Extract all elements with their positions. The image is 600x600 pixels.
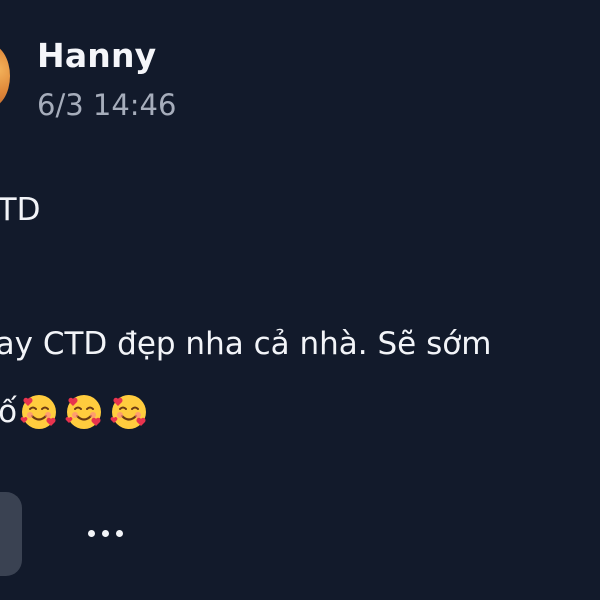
post-screen: Hanny 6/3 14:46 CTD nay CTD đẹp nha cả n… [0,0,600,600]
avatar[interactable] [0,44,10,108]
more-dots-icon [87,529,95,537]
post-text-line-with-emojis: số [0,392,149,432]
more-dots-icon [115,529,123,537]
post-text-line: CTD [0,192,41,228]
more-dots-icon [101,529,109,537]
reaction-button[interactable] [0,492,22,576]
smiling-face-with-hearts-icon [65,395,102,429]
smiling-face-with-hearts-icon [110,395,147,429]
author-name[interactable]: Hanny [37,36,156,75]
post-text-line: nay CTD đẹp nha cả nhà. Sẽ sớm [0,326,492,362]
more-options-button[interactable] [80,518,130,548]
smiling-face-with-hearts-icon [20,395,57,429]
post-text-fragment: số [0,394,18,430]
post-timestamp: 6/3 14:46 [37,88,177,122]
